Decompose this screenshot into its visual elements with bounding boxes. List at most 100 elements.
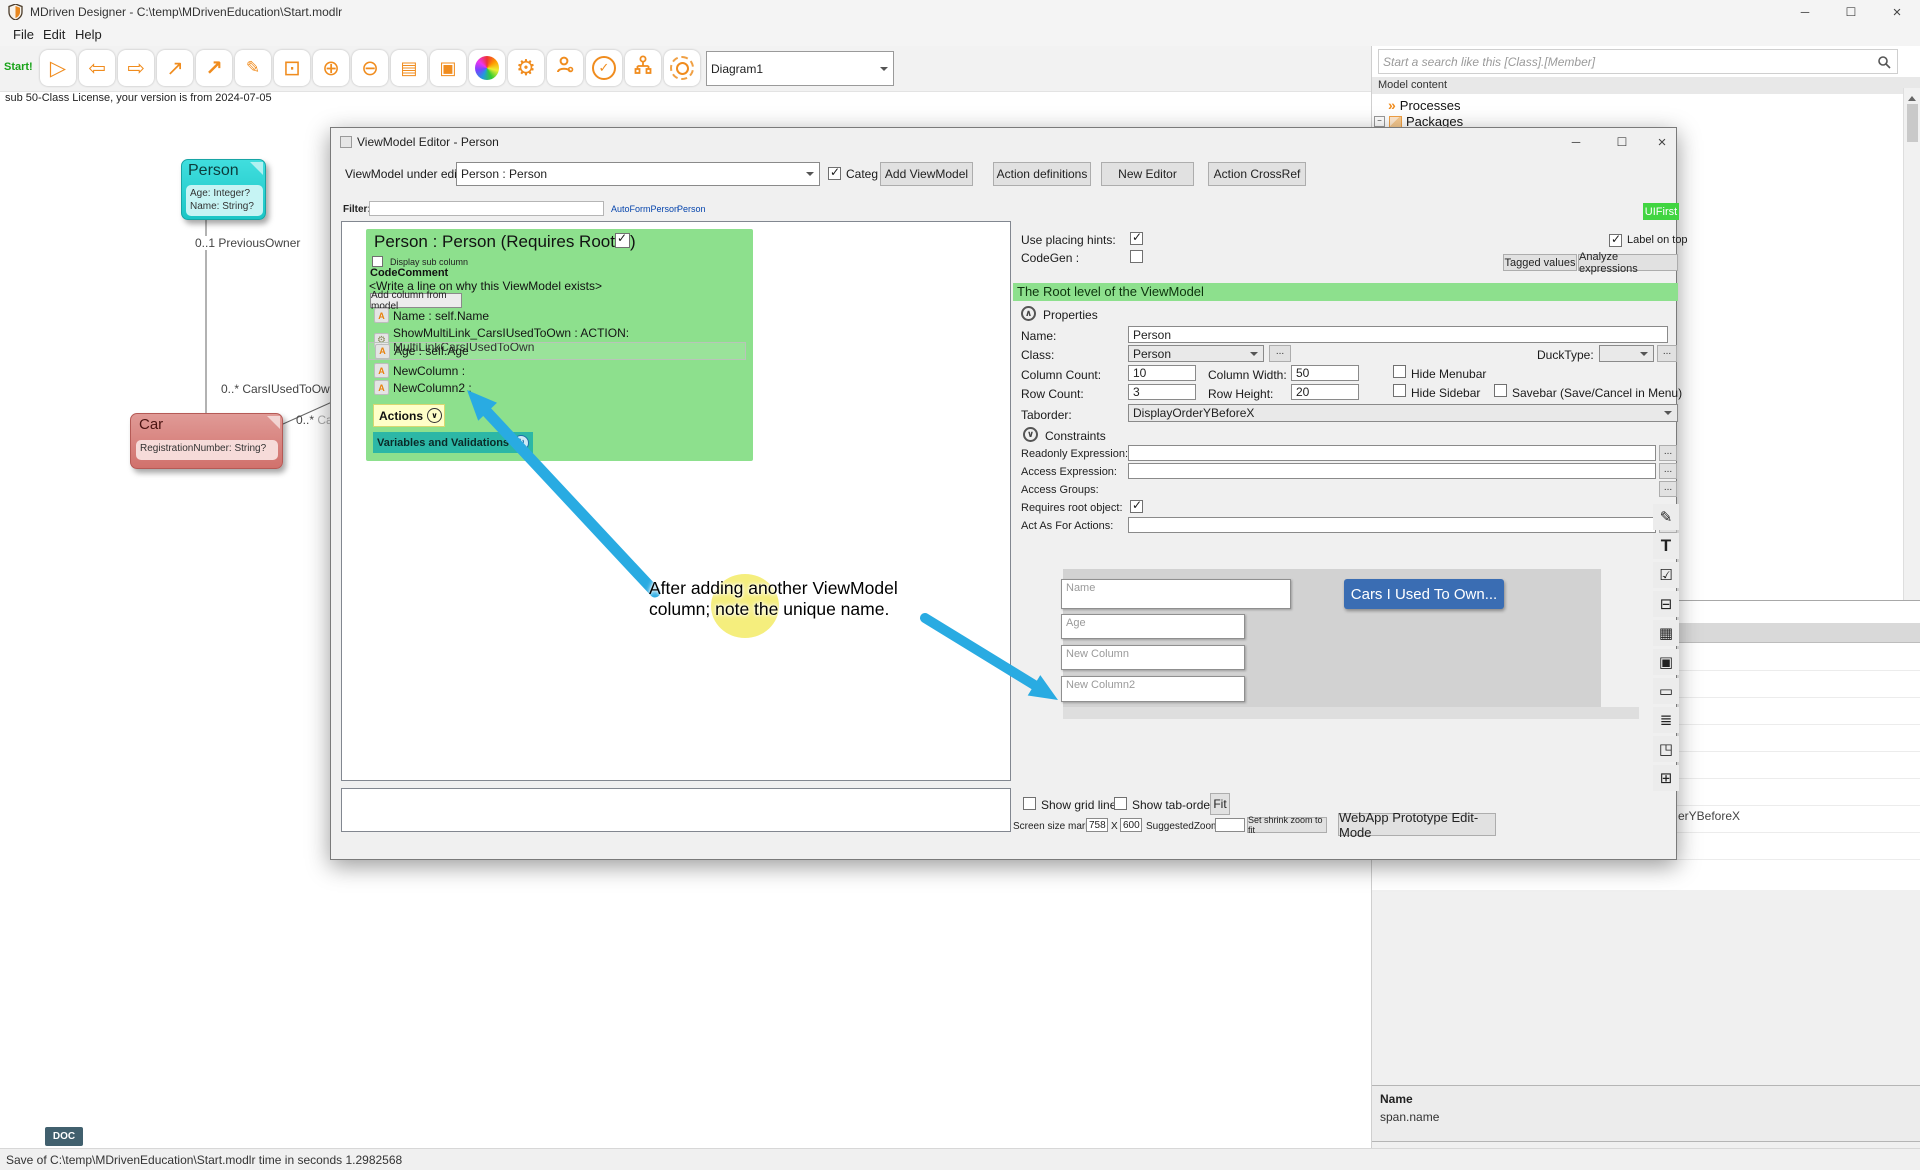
- access-expression-picker[interactable]: ...: [1659, 463, 1677, 479]
- car-class-box[interactable]: Car RegistrationNumber: String?: [130, 413, 283, 469]
- calendar-tool[interactable]: ▦: [1653, 620, 1679, 646]
- taborder-select[interactable]: DisplayOrderYBeforeX: [1128, 404, 1678, 422]
- settings-button[interactable]: ⚙: [508, 50, 544, 86]
- close-button[interactable]: ×: [1874, 0, 1920, 24]
- constraints-collapse-icon[interactable]: ∨: [1023, 427, 1038, 442]
- minimize-button[interactable]: ─: [1782, 0, 1828, 24]
- preview-name-field[interactable]: Name: [1061, 579, 1291, 609]
- fit-button[interactable]: Fit: [1210, 793, 1230, 815]
- maximize-button[interactable]: ☐: [1828, 0, 1874, 24]
- dialog-maximize-button[interactable]: ☐: [1605, 130, 1639, 154]
- dialog-close-button[interactable]: ×: [1647, 130, 1677, 154]
- action-definitions-button[interactable]: Action definitions: [993, 162, 1091, 186]
- hide-sidebar-checkbox[interactable]: [1393, 384, 1406, 397]
- display-sub-column-checkbox[interactable]: [372, 256, 383, 267]
- model-search-box[interactable]: Start a search like this [Class].[Member…: [1378, 49, 1898, 74]
- diagram-selector[interactable]: Diagram1: [706, 51, 894, 86]
- dialog-minimize-button[interactable]: ─: [1559, 130, 1593, 154]
- dialog-title: ViewModel Editor - Person: [357, 135, 499, 149]
- analyze-expressions-button[interactable]: Analyze expressions: [1578, 254, 1678, 271]
- vm-column-newcolumn2[interactable]: NewColumn2 :: [374, 380, 472, 395]
- edit-field-tool[interactable]: ✎: [1653, 504, 1679, 530]
- doc-badge[interactable]: DOC: [45, 1127, 83, 1146]
- requires-root-object-checkbox[interactable]: [1130, 500, 1143, 513]
- action-crossref-button[interactable]: Action CrossRef: [1208, 162, 1306, 186]
- preview-newcolumn-field[interactable]: New Column: [1061, 645, 1245, 670]
- class-select[interactable]: Person: [1128, 345, 1264, 362]
- add-column-from-model-button[interactable]: Add column from model: [370, 293, 462, 308]
- codegen-checkbox[interactable]: [1130, 250, 1143, 263]
- autoformperson-link[interactable]: AutoFormPerson: [611, 204, 679, 214]
- access-groups-picker[interactable]: ...: [1659, 481, 1677, 497]
- label-on-top-checkbox[interactable]: [1609, 234, 1622, 247]
- scrollbar-thumb[interactable]: [1907, 104, 1918, 142]
- new-editor-button[interactable]: New Editor: [1101, 162, 1194, 186]
- vm-column-newcolumn[interactable]: NewColumn :: [374, 363, 465, 378]
- preview-cars-owned-button[interactable]: Cars I Used To Own...: [1344, 579, 1504, 609]
- object-cube-tool[interactable]: ◳: [1653, 736, 1679, 762]
- column-width-field[interactable]: 50: [1291, 365, 1359, 381]
- car-attr-regnum: RegistrationNumber: String?: [140, 442, 274, 455]
- properties-collapse-icon[interactable]: ∧: [1021, 306, 1036, 321]
- actions-expander-button[interactable]: Actions ∨: [373, 404, 445, 427]
- tagged-values-button[interactable]: Tagged values: [1503, 254, 1577, 271]
- readonly-expression-picker[interactable]: ...: [1659, 445, 1677, 461]
- run-prototype-button[interactable]: ▣: [430, 50, 466, 86]
- row-count-field[interactable]: 3: [1128, 384, 1196, 400]
- color-wheel-button[interactable]: [469, 50, 505, 86]
- hide-menubar-checkbox[interactable]: [1393, 365, 1406, 378]
- person-link[interactable]: Person: [677, 204, 706, 214]
- person-class-box[interactable]: Person Age: Integer? Name: String?: [181, 159, 266, 220]
- categ-checkbox[interactable]: [828, 167, 841, 180]
- grid-row[interactable]: erYBeforeX: [1678, 809, 1740, 823]
- class-picker-button[interactable]: ...: [1269, 345, 1291, 362]
- show-grid-lines-checkbox[interactable]: [1023, 797, 1036, 810]
- suggested-zoom-field[interactable]: [1215, 818, 1245, 832]
- validate-button[interactable]: ✓: [586, 50, 622, 86]
- list-tool[interactable]: ≣: [1653, 707, 1679, 733]
- image-tool[interactable]: ▣: [1653, 649, 1679, 675]
- sidebar-item-processes[interactable]: » Processes: [1388, 97, 1461, 113]
- use-placing-hints-checkbox[interactable]: [1130, 232, 1143, 245]
- maximize-icon: ☐: [1846, 5, 1857, 19]
- ducktype-picker-button[interactable]: ...: [1657, 345, 1677, 362]
- ducktype-select[interactable]: [1599, 345, 1654, 362]
- name-field[interactable]: Person: [1128, 326, 1668, 343]
- scroll-up-icon[interactable]: [1908, 92, 1916, 101]
- set-shrink-zoom-button[interactable]: Set shrink zoom to fit: [1247, 817, 1327, 833]
- combobox-tool[interactable]: ⊟: [1653, 591, 1679, 617]
- requires-root-checkbox[interactable]: [615, 233, 630, 248]
- code-window-tool[interactable]: ⊞: [1653, 765, 1679, 791]
- uifirst-badge[interactable]: UIFirst: [1643, 203, 1679, 220]
- readonly-expression-field[interactable]: [1128, 445, 1656, 461]
- checkbox-tool-icon: ☑: [1659, 566, 1672, 584]
- vm-column-age[interactable]: Age : self.Age: [368, 342, 746, 360]
- preview-newcolumn2-field[interactable]: New Column2: [1061, 676, 1245, 702]
- add-viewmodel-button[interactable]: Add ViewModel: [880, 162, 973, 186]
- button-tool[interactable]: ▭: [1653, 678, 1679, 704]
- screen-height-field[interactable]: 600: [1120, 818, 1142, 832]
- detail-name-label: Name: [1380, 1092, 1413, 1106]
- variables-validations-bar[interactable]: Variables and Validations ↻: [373, 432, 533, 453]
- row-height-field[interactable]: 20: [1291, 384, 1359, 400]
- webapp-prototype-button[interactable]: WebApp Prototype Edit-Mode: [1338, 813, 1496, 836]
- user-roles-button[interactable]: [547, 50, 583, 86]
- preview-age-field[interactable]: Age: [1061, 614, 1245, 639]
- show-tab-order-checkbox[interactable]: [1114, 797, 1127, 810]
- filter-input[interactable]: [369, 201, 604, 216]
- text-label-tool[interactable]: T: [1653, 533, 1679, 559]
- screen-width-field[interactable]: 758: [1086, 818, 1108, 832]
- sync-button[interactable]: [664, 50, 700, 86]
- structure-tree-button[interactable]: [625, 50, 661, 86]
- savebar-checkbox[interactable]: [1494, 384, 1507, 397]
- suggested-zoom-label: SuggestedZoom: [1146, 821, 1219, 832]
- access-expression-field[interactable]: [1128, 463, 1656, 479]
- refresh-circle-icon[interactable]: ↻: [513, 435, 529, 451]
- act-as-for-actions-field[interactable]: [1128, 517, 1656, 533]
- tree-expander-icon[interactable]: −: [1374, 116, 1385, 127]
- viewmodel-under-edit-select[interactable]: Person : Person: [456, 162, 820, 186]
- vm-column-name[interactable]: Name : self.Name: [374, 308, 489, 323]
- image-tool-icon: ▣: [1659, 653, 1673, 671]
- checkbox-tool[interactable]: ☑: [1653, 562, 1679, 588]
- column-count-field[interactable]: 10: [1128, 365, 1196, 381]
